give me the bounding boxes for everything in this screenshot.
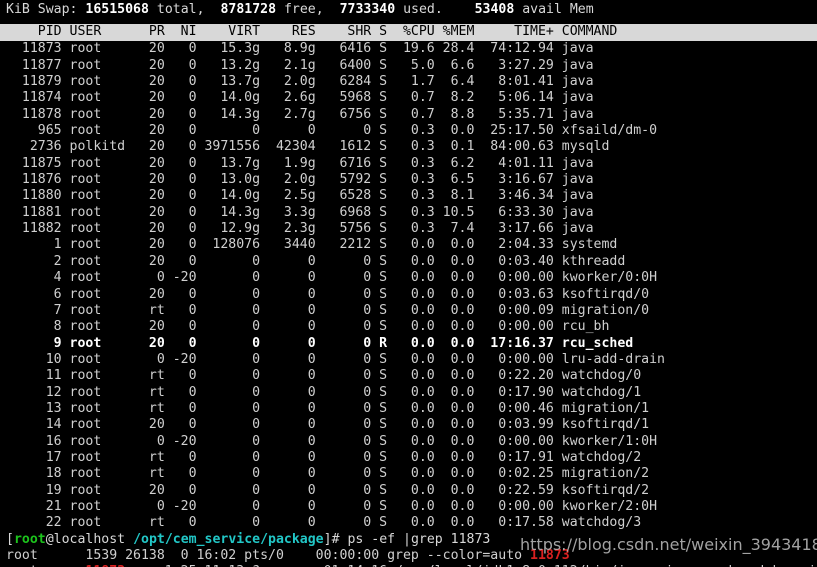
process-row[interactable]: 11877 root 20 0 13.2g 2.1g 6400 S 5.0 6.… [0,58,817,74]
typed-command: ps -ef |grep [347,531,451,547]
process-table-body: 11873 root 20 0 15.3g 8.9g 6416 S 19.6 2… [0,41,817,531]
swap-total-label: total, [156,2,205,17]
process-row[interactable]: 1 root 20 0 128076 3440 2212 S 0.0 0.0 2… [0,237,817,253]
process-row[interactable]: 11873 root 20 0 15.3g 8.9g 6416 S 19.6 2… [0,41,817,57]
process-row[interactable]: 2 root 20 0 0 0 0 S 0.0 0.0 0:03.40 kthr… [0,254,817,270]
process-row[interactable]: 11882 root 20 0 12.9g 2.3g 5756 S 0.3 7.… [0,221,817,237]
process-row[interactable]: 22 root rt 0 0 0 0 S 0.0 0.0 0:17.58 wat… [0,515,817,531]
process-row[interactable]: 11 root rt 0 0 0 0 S 0.0 0.0 0:22.20 wat… [0,368,817,384]
process-row[interactable]: 12 root rt 0 0 0 0 S 0.0 0.0 0:17.90 wat… [0,385,817,401]
swap-label: KiB Swap: [6,2,78,17]
prompt-user-1: root [13,531,46,547]
process-row[interactable]: 17 root rt 0 0 0 0 S 0.0 0.0 0:17.91 wat… [0,450,817,466]
prompt-close-bracket-1: ]# [323,531,348,547]
process-row[interactable]: 11878 root 20 0 14.3g 2.7g 6756 S 0.7 8.… [0,107,817,123]
swap-summary-line: KiB Swap: 16515068 total, 8781728 free, … [0,2,817,18]
process-row[interactable]: 7 root rt 0 0 0 0 S 0.0 0.0 0:00.09 migr… [0,303,817,319]
watermark-text: https://blog.csdn.net/weixin_39434182 [520,535,817,554]
swap-used-value: 7733340 [339,2,396,17]
process-row[interactable]: 2736 polkitd 20 0 3971556 42304 1612 S 0… [0,139,817,155]
process-row[interactable]: 9 root 20 0 0 0 0 R 0.0 0.0 17:16.37 rcu… [0,336,817,352]
process-row[interactable]: 6 root 20 0 0 0 0 S 0.0 0.0 0:03.63 ksof… [0,287,817,303]
process-row[interactable]: 965 root 20 0 0 0 0 S 0.3 0.0 25:17.50 x… [0,123,817,139]
swap-used-label: used. [403,2,443,17]
avail-mem-value: 53408 [474,2,515,17]
swap-total-value: 16515068 [85,2,149,17]
ps-output-text: root 1539 26138 0 16:02 pts/0 00:00:00 g… [6,548,531,563]
swap-free-label: free, [283,2,324,17]
process-row[interactable]: 11876 root 20 0 13.0g 2.0g 5792 S 0.3 6.… [0,172,817,188]
process-row[interactable]: 19 root 20 0 0 0 0 S 0.0 0.0 0:22.59 kso… [0,483,817,499]
avail-mem-label: avail Mem [522,2,594,17]
process-row[interactable]: 13 root rt 0 0 0 0 S 0.0 0.0 0:00.46 mig… [0,401,817,417]
process-row[interactable]: 16 root 0 -20 0 0 0 S 0.0 0.0 0:00.00 kw… [0,434,817,450]
process-row[interactable]: 8 root 20 0 0 0 0 S 0.0 0.0 0:00.00 rcu_… [0,319,817,335]
process-row[interactable]: 11880 root 20 0 14.0g 2.5g 6528 S 0.3 8.… [0,188,817,204]
process-row[interactable]: 14 root 20 0 0 0 0 S 0.0 0.0 0:03.99 kso… [0,417,817,433]
process-row[interactable]: 4 root 0 -20 0 0 0 S 0.0 0.0 0:00.00 kwo… [0,270,817,286]
process-table-header: PID USER PR NI VIRT RES SHR S %CPU %MEM … [0,24,817,42]
prompt-path-1: /opt/cem_service/package [133,531,324,547]
process-row[interactable]: 11879 root 20 0 13.7g 2.0g 6284 S 1.7 6.… [0,74,817,90]
swap-free-value: 8781728 [220,2,277,17]
process-row[interactable]: 11875 root 20 0 13.7g 1.9g 6716 S 0.3 6.… [0,156,817,172]
prompt-open-bracket-1: [ [6,531,14,547]
terminal-window[interactable]: KiB Swap: 16515068 total, 8781728 free, … [0,0,817,567]
process-row[interactable]: 10 root 0 -20 0 0 0 S 0.0 0.0 0:00.00 lr… [0,352,817,368]
process-row[interactable]: 21 root 0 -20 0 0 0 S 0.0 0.0 0:00.00 kw… [0,499,817,515]
prompt-at-host-1: @localhost [45,531,134,547]
process-row[interactable]: 18 root rt 0 0 0 0 S 0.0 0.0 0:02.25 mig… [0,466,817,482]
typed-command-arg: 11873 [450,531,491,547]
process-row[interactable]: 11874 root 20 0 14.0g 2.6g 5968 S 0.7 8.… [0,90,817,106]
process-row[interactable]: 11881 root 20 0 14.3g 3.3g 6968 S 0.3 10… [0,205,817,221]
